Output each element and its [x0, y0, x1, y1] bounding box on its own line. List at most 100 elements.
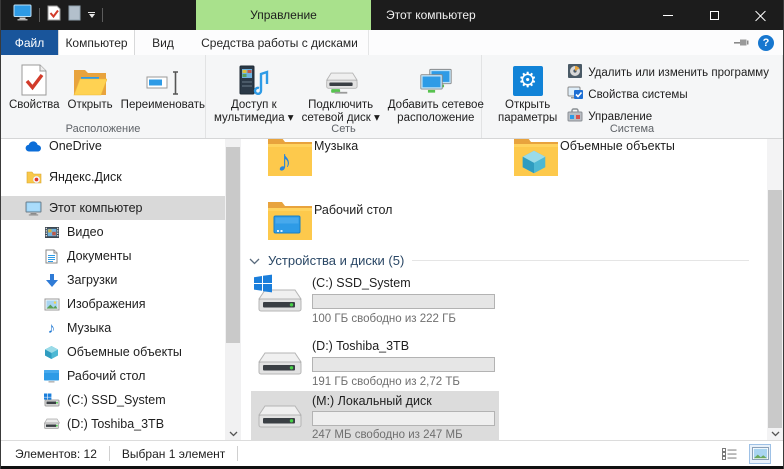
- sidebar-item-onedrive[interactable]: OneDrive: [1, 139, 225, 158]
- caption-buttons: [645, 0, 783, 30]
- drive-tile-m[interactable]: (M:) Локальный диск 247 МБ свободно из 2…: [251, 391, 499, 440]
- chevron-down-icon[interactable]: [249, 253, 260, 268]
- group-label-network: Сеть: [206, 123, 481, 135]
- maximize-button[interactable]: [691, 0, 737, 30]
- window-title: Этот компьютер: [386, 0, 476, 30]
- items-count: Элементов: 12: [15, 447, 97, 461]
- minimize-icon: [663, 15, 673, 16]
- media-access-button[interactable]: Доступ к мультимедиа ▾: [210, 60, 298, 127]
- 3d-objects-folder-icon: [513, 139, 559, 183]
- open-settings-button[interactable]: ⚙ Открыть параметры: [494, 60, 561, 127]
- group-label-system: Система: [482, 123, 782, 135]
- sidebar-item-documents[interactable]: Документы: [1, 244, 225, 268]
- close-button[interactable]: [737, 0, 783, 30]
- media-access-icon: [237, 62, 271, 96]
- uninstall-program-button[interactable]: Удалить или изменить программу: [567, 63, 769, 82]
- drive-icon: [43, 416, 60, 433]
- section-header-devices[interactable]: Устройства и диски (5): [249, 253, 749, 268]
- minimize-button[interactable]: [645, 0, 691, 30]
- explorer-window: Управление Этот компьютер Файл Компьютер…: [0, 0, 784, 469]
- ribbon-group-system: ⚙ Открыть параметры Удалить или изменить…: [482, 55, 783, 138]
- section-divider: [412, 260, 749, 261]
- add-network-location-button[interactable]: Добавить сетевое расположение: [384, 60, 488, 127]
- toolbar-separator: [39, 8, 40, 22]
- rename-button[interactable]: Переименовать: [117, 60, 209, 114]
- title-bar: Управление Этот компьютер: [1, 0, 783, 30]
- drive-tile-d[interactable]: (D:) Toshiba_3TB 191 ГБ свободно из 2,72…: [251, 336, 499, 394]
- sidebar-scroll-down-icon[interactable]: [225, 431, 241, 437]
- group-label-location: Расположение: [1, 123, 205, 135]
- capacity-bar: [312, 294, 495, 309]
- folder-tile-music[interactable]: ♪ Музыка: [267, 139, 507, 191]
- desktop-folder-icon: [267, 197, 313, 247]
- ribbon-tab-row: Файл Компьютер Вид Средства работы с дис…: [1, 30, 783, 55]
- pin-ribbon-icon[interactable]: [734, 36, 749, 50]
- sidebar-item-drive-d[interactable]: (D:) Toshiba_3TB: [1, 412, 225, 436]
- capacity-bar: [312, 411, 495, 426]
- capacity-bar: [312, 357, 495, 372]
- contextual-tab-header[interactable]: Управление: [196, 0, 371, 30]
- sidebar-item-downloads[interactable]: Загрузки: [1, 268, 225, 292]
- documents-icon: [43, 248, 60, 265]
- system-properties-icon: [567, 85, 583, 104]
- map-network-drive-button[interactable]: Подключить сетевой диск ▾: [298, 60, 384, 127]
- details-view-button[interactable]: [718, 444, 740, 464]
- properties-button[interactable]: Свойства: [5, 60, 64, 114]
- add-network-location-icon: [419, 62, 453, 96]
- main-scroll-down-icon[interactable]: [767, 431, 783, 437]
- onedrive-icon: [25, 139, 42, 155]
- map-network-drive-icon: [324, 62, 358, 96]
- tab-view[interactable]: Вид: [135, 30, 191, 55]
- new-item-icon[interactable]: [68, 5, 81, 26]
- drive-icon: [255, 402, 303, 437]
- sidebar-item-this-pc[interactable]: Этот компьютер: [1, 196, 225, 220]
- open-button[interactable]: Открыть: [64, 60, 117, 114]
- sidebar-item-pictures[interactable]: Изображения: [1, 292, 225, 316]
- 3d-objects-icon: [43, 344, 60, 361]
- status-separator: [237, 446, 238, 461]
- open-folder-icon: [73, 62, 107, 96]
- tab-computer[interactable]: Компьютер: [58, 30, 135, 55]
- pictures-icon: [43, 296, 60, 313]
- tab-file[interactable]: Файл: [1, 30, 58, 55]
- sidebar-item-3d-objects[interactable]: Объемные объекты: [1, 340, 225, 364]
- section-header-label: Устройства и диски (5): [268, 253, 404, 268]
- main-scrollbar-thumb[interactable]: [768, 190, 782, 428]
- sidebar-scrollbar[interactable]: [225, 139, 241, 440]
- sidebar-scrollbar-thumb[interactable]: [226, 147, 240, 343]
- system-drive-icon: [255, 286, 303, 321]
- yandex-disk-icon: [25, 169, 42, 186]
- large-icons-view-button[interactable]: [749, 444, 771, 464]
- settings-icon: ⚙: [511, 62, 545, 96]
- drive-tile-c[interactable]: (C:) SSD_System 100 ГБ свободно из 222 Г…: [251, 273, 499, 331]
- this-pc-icon: [25, 200, 42, 217]
- sidebar-item-drive-c[interactable]: (C:) SSD_System: [1, 388, 225, 412]
- desktop-icon: [43, 368, 60, 385]
- ribbon-group-location: Свойства Открыть Переименовать Расположе…: [1, 55, 206, 138]
- uninstall-program-icon: [567, 63, 583, 82]
- system-properties-button[interactable]: Свойства системы: [567, 85, 769, 104]
- computer-icon[interactable]: [13, 4, 32, 26]
- music-folder-icon: ♪: [267, 139, 313, 183]
- customize-caret-icon[interactable]: [88, 12, 95, 18]
- status-bar: Элементов: 12 Выбран 1 элемент: [1, 440, 783, 466]
- main-scrollbar[interactable]: [767, 139, 783, 440]
- sidebar-item-yandex-disk[interactable]: Яндекс.Диск: [1, 165, 225, 189]
- close-icon: [755, 10, 766, 21]
- system-drive-icon: [43, 392, 60, 409]
- selection-count: Выбран 1 элемент: [122, 447, 225, 461]
- properties-shortcut-icon[interactable]: [47, 5, 61, 26]
- sidebar-item-videos[interactable]: Видео: [1, 220, 225, 244]
- help-button[interactable]: ?: [758, 35, 774, 51]
- maximize-icon: [710, 11, 719, 20]
- ribbon: Свойства Открыть Переименовать Расположе…: [1, 55, 783, 139]
- folder-tile-3d-objects[interactable]: Объемные объекты: [513, 139, 753, 191]
- sidebar-item-music[interactable]: ♪ Музыка: [1, 316, 225, 340]
- tab-disk-tools[interactable]: Средства работы с дисками: [191, 30, 369, 55]
- ribbon-group-network: Доступ к мультимедиа ▾ Подключить сетево…: [206, 55, 482, 138]
- status-separator: [109, 446, 110, 461]
- videos-icon: [43, 224, 60, 241]
- rename-icon: [146, 62, 180, 96]
- sidebar-item-desktop[interactable]: Рабочий стол: [1, 364, 225, 388]
- folder-tile-desktop[interactable]: Рабочий стол: [267, 197, 507, 255]
